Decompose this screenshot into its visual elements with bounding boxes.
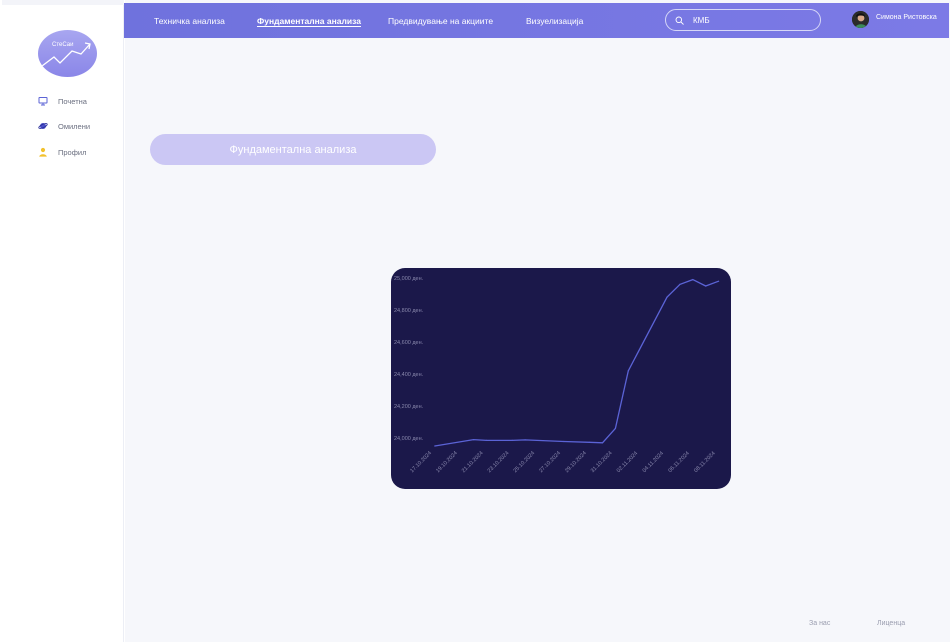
sidebar-item-home[interactable]: Почетна <box>38 94 87 108</box>
x-tick-label: 02.11.2024 <box>616 451 639 474</box>
x-tick-label: 08.11.2024 <box>693 451 716 474</box>
data-point <box>679 283 681 285</box>
search-input[interactable] <box>693 13 811 28</box>
y-tick-label: 24,200 ден. <box>394 404 424 410</box>
x-tick-label: 19.10.2024 <box>435 450 459 474</box>
x-tick-label: 27.10.2024 <box>538 450 562 474</box>
price-line-chart: 25,000 ден. 24,800 ден. 24,600 ден. 24,400 … <box>394 276 720 474</box>
sidebar-item-label: Омилени <box>58 121 91 131</box>
data-point <box>705 285 707 287</box>
footer-link-license[interactable]: Лиценца <box>877 620 905 627</box>
y-tick-label: 24,000 ден. <box>394 436 424 442</box>
data-point <box>718 280 720 282</box>
sidebar-item-favorites[interactable]: Омилени <box>38 119 90 133</box>
app-logo[interactable]: СтеСаи <box>38 30 97 77</box>
sidebar: СтеСаи Почетна Омилени Профил <box>2 0 124 642</box>
y-tick-label: 24,600 ден. <box>394 340 424 346</box>
data-point <box>601 442 604 444</box>
avatar[interactable] <box>852 11 869 28</box>
sidebar-item-label: Почетна <box>58 96 87 106</box>
user-icon <box>38 147 48 157</box>
x-tick-label: 17.10.2024 <box>409 450 433 474</box>
data-point <box>472 439 475 441</box>
data-point <box>589 441 591 443</box>
x-tick-label: 06.11.2024 <box>667 451 690 474</box>
user-name[interactable]: Симона Ристовска <box>876 14 937 21</box>
search-box <box>665 9 821 31</box>
tab-stock-prediction[interactable]: Предвидување на акциите <box>388 16 493 26</box>
data-point <box>692 279 694 281</box>
data-point <box>485 439 487 441</box>
tab-fundamental-analysis[interactable]: Фундаментална анализа <box>257 16 361 26</box>
sidebar-item-label: Профил <box>58 147 87 157</box>
data-point <box>524 439 526 441</box>
x-tick-label: 21.10.2024 <box>461 450 485 474</box>
x-tick-label: 04.11.2024 <box>642 451 665 474</box>
data-point <box>511 439 513 441</box>
sidebar-top-strip <box>2 0 124 5</box>
x-tick-label: 23.10.2024 <box>487 450 511 474</box>
data-point <box>627 370 629 372</box>
y-tick-label: 24,400 ден. <box>394 372 424 378</box>
trend-up-icon <box>41 42 91 67</box>
data-point <box>614 427 616 429</box>
planet-icon <box>38 121 48 131</box>
fundamental-analysis-button[interactable]: Фундаментална анализа <box>150 134 436 165</box>
data-point <box>563 440 565 443</box>
y-tick-label: 24,800 ден. <box>394 308 424 314</box>
series-line <box>434 278 719 447</box>
pill-label: Фундаментална анализа <box>229 143 357 156</box>
x-tick-label: 29.10.2024 <box>564 450 588 474</box>
tab-visualization[interactable]: Визуелизација <box>526 16 583 26</box>
tab-technical-analysis[interactable]: Техничка анализа <box>154 16 225 26</box>
top-navigation-bar: Техничка анализа Фундаментална анализа П… <box>124 3 949 38</box>
footer-link-about[interactable]: За нас <box>809 620 830 627</box>
sidebar-item-profile[interactable]: Профил <box>38 145 86 159</box>
data-point <box>434 445 436 447</box>
x-tick-label: 31.10.2024 <box>590 450 614 474</box>
search-icon[interactable] <box>675 16 684 25</box>
y-tick-label: 25,000 ден. <box>394 276 424 282</box>
x-tick-label: 25.10.2024 <box>513 450 537 474</box>
price-chart-card: 25,000 ден. 24,800 ден. 24,600 ден. 24,400 … <box>391 268 731 489</box>
data-point <box>666 296 668 298</box>
monitor-icon <box>38 96 48 106</box>
